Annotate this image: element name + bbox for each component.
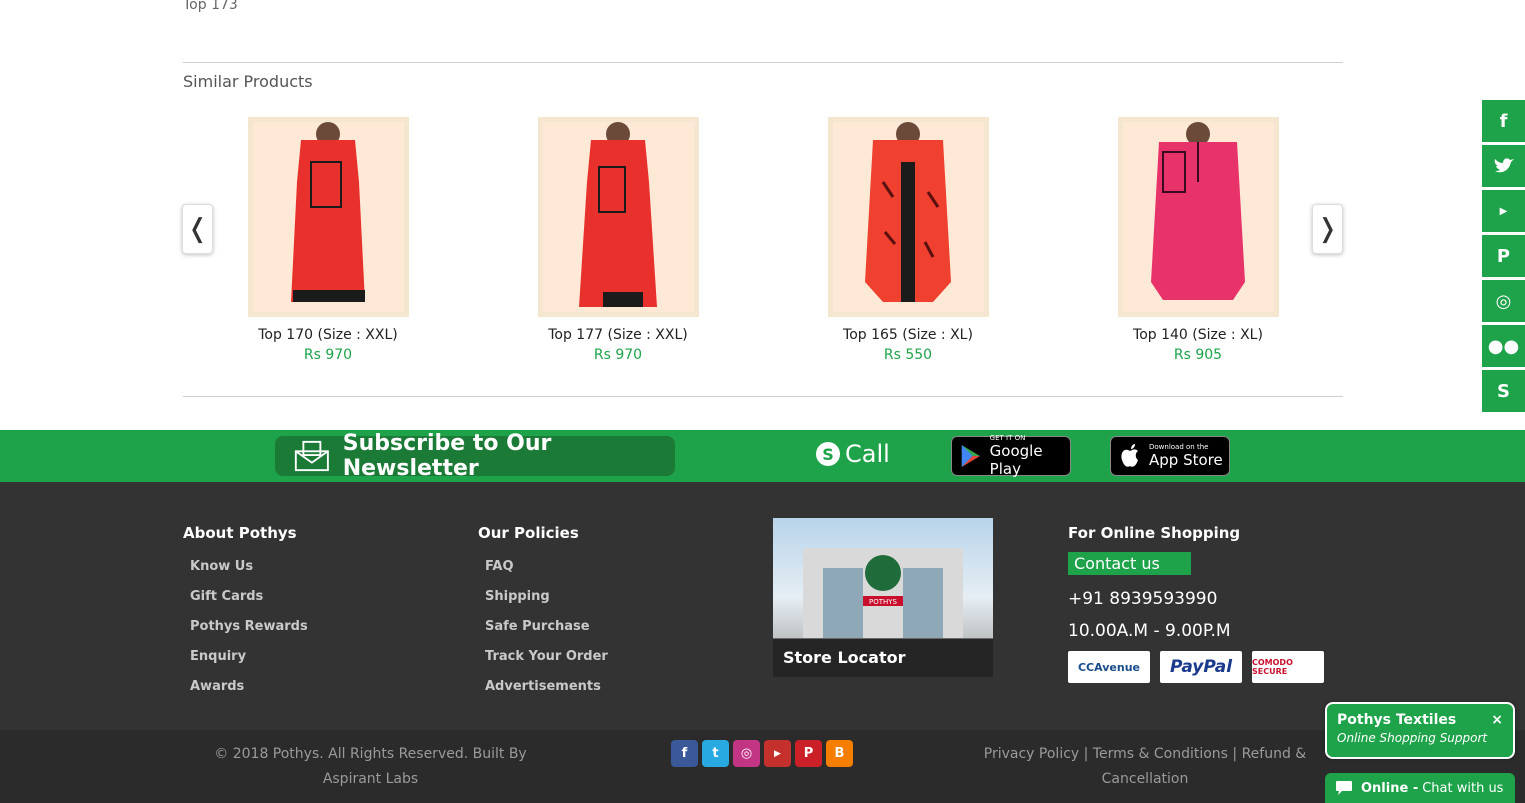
skype-icon: S bbox=[816, 442, 840, 466]
about-heading: About Pothys bbox=[183, 524, 297, 542]
chat-title: Pothys Textiles bbox=[1337, 712, 1457, 728]
facebook-icon[interactable]: f bbox=[671, 740, 698, 767]
product-card[interactable]: Top 177 (Size : XXL) Rs 970 bbox=[473, 117, 763, 363]
store-locator-label[interactable]: Store Locator bbox=[773, 639, 993, 677]
product-card[interactable]: Top 170 (Size : XXL) Rs 970 bbox=[183, 117, 473, 363]
pinterest-icon[interactable]: P bbox=[795, 740, 822, 767]
chat-bubble-icon bbox=[1336, 781, 1352, 795]
chat-widget[interactable]: Pothys Textiles Online Shopping Support … bbox=[1325, 702, 1515, 759]
product-price: Rs 970 bbox=[593, 347, 643, 363]
blogger-icon[interactable]: B bbox=[826, 740, 853, 767]
footer-link-shipping[interactable]: Shipping bbox=[485, 582, 608, 612]
facebook-icon[interactable]: f bbox=[1482, 100, 1525, 142]
call-label: Call bbox=[845, 440, 890, 468]
comodo-secure-logo: COMODO SECURE bbox=[1252, 651, 1324, 683]
footer: About Pothys Know Us Gift Cards Pothys R… bbox=[0, 482, 1525, 730]
google-play-big: Google Play bbox=[989, 442, 1043, 478]
footer-link-track-order[interactable]: Track Your Order bbox=[485, 642, 608, 672]
instagram-icon[interactable]: ◎ bbox=[1482, 280, 1525, 322]
page: Top 173 Similar Products ❬ ❭ Top 170 (Si… bbox=[0, 0, 1525, 803]
product-card[interactable]: Top 140 (Size : XL) Rs 905 bbox=[1053, 117, 1343, 363]
product-price: Rs 905 bbox=[1173, 347, 1223, 363]
google-play-small: GET IT ON bbox=[989, 434, 1026, 442]
footer-link-know-us[interactable]: Know Us bbox=[190, 552, 308, 582]
store-sign: POTHYS bbox=[869, 598, 898, 606]
online-heading: For Online Shopping bbox=[1068, 524, 1241, 542]
policies-column: Our Policies FAQ Shipping Safe Purchase … bbox=[478, 524, 608, 702]
product-name[interactable]: Top 170 (Size : XXL) bbox=[183, 327, 473, 343]
policy-links[interactable]: Privacy Policy | Terms & Conditions | Re… bbox=[975, 742, 1315, 792]
business-hours: 10.00A.M - 9.00P.M bbox=[1068, 621, 1231, 641]
policies-heading: Our Policies bbox=[478, 524, 579, 542]
newsletter-label: Subscribe to Our Newsletter bbox=[342, 431, 552, 481]
product-image[interactable] bbox=[827, 117, 989, 317]
paypal-logo: PayPal bbox=[1160, 651, 1242, 683]
youtube-icon[interactable]: ▶ bbox=[1482, 190, 1525, 232]
flickr-icon[interactable]: ●● bbox=[1482, 325, 1525, 367]
online-shopping-column: For Online Shopping Contact us +91 89395… bbox=[1068, 524, 1324, 683]
divider bbox=[183, 396, 1343, 397]
app-store-small: Download on the bbox=[1149, 443, 1209, 451]
footer-link-gift-cards[interactable]: Gift Cards bbox=[190, 582, 308, 612]
product-name[interactable]: Top 165 (Size : XL) bbox=[763, 327, 1053, 343]
footer-link-enquiry[interactable]: Enquiry bbox=[190, 642, 308, 672]
similar-products-title: Similar Products bbox=[183, 72, 313, 91]
chat-action: Chat with us bbox=[1422, 780, 1504, 796]
app-store-badge[interactable]: Download on the App Store bbox=[1110, 436, 1230, 476]
product-price: Rs 970 bbox=[303, 347, 353, 363]
call-button[interactable]: S Call bbox=[815, 440, 890, 468]
twitter-icon[interactable]: t bbox=[702, 740, 729, 767]
instagram-icon[interactable]: ◎ bbox=[733, 740, 760, 767]
google-play-icon bbox=[961, 445, 980, 467]
svg-text:S: S bbox=[822, 445, 834, 464]
footer-link-safe-purchase[interactable]: Safe Purchase bbox=[485, 612, 608, 642]
close-icon[interactable]: × bbox=[1491, 712, 1503, 728]
footer-social-row: f t ◎ ▶ P B bbox=[671, 740, 853, 767]
ccavenue-logo: CCAvenue bbox=[1068, 651, 1150, 683]
payment-badges: CCAvenue PayPal COMODO SECURE bbox=[1068, 651, 1324, 683]
footer-link-faq[interactable]: FAQ bbox=[485, 552, 608, 582]
product-image[interactable] bbox=[537, 117, 699, 317]
divider bbox=[183, 62, 1343, 63]
google-play-badge[interactable]: GET IT ON Google Play bbox=[951, 434, 1071, 478]
store-locator-image[interactable]: POTHYS Store Locator bbox=[773, 518, 993, 677]
apple-icon bbox=[1121, 444, 1138, 467]
subscribe-band: Subscribe to Our Newsletter S Call GET I… bbox=[0, 430, 1525, 482]
app-store-big: App Store bbox=[1149, 451, 1223, 469]
chat-status: Online - bbox=[1361, 780, 1419, 796]
bottom-bar: © 2018 Pothys. All Rights Reserved. Buil… bbox=[0, 730, 1525, 803]
copyright: © 2018 Pothys. All Rights Reserved. Buil… bbox=[214, 746, 527, 787]
product-image[interactable] bbox=[1117, 117, 1279, 317]
phone-number: +91 8939593990 bbox=[1068, 589, 1218, 609]
product-image[interactable] bbox=[247, 117, 409, 317]
footer-link-pothys-rewards[interactable]: Pothys Rewards bbox=[190, 612, 308, 642]
product-name[interactable]: Top 177 (Size : XXL) bbox=[473, 327, 763, 343]
product-price: Rs 550 bbox=[883, 347, 933, 363]
chat-bar[interactable]: Online - Chat with us bbox=[1325, 773, 1515, 803]
contact-us-button[interactable]: Contact us bbox=[1068, 552, 1191, 575]
product-card[interactable]: Top 165 (Size : XL) Rs 550 bbox=[763, 117, 1053, 363]
breadcrumb: Top 173 bbox=[183, 0, 238, 13]
twitter-icon[interactable] bbox=[1482, 145, 1525, 187]
chat-subtitle: Online Shopping Support bbox=[1337, 731, 1488, 745]
youtube-icon[interactable]: ▶ bbox=[764, 740, 791, 767]
product-name[interactable]: Top 140 (Size : XL) bbox=[1053, 327, 1343, 343]
newsletter-button[interactable]: Subscribe to Our Newsletter bbox=[275, 431, 675, 481]
footer-link-awards[interactable]: Awards bbox=[190, 672, 308, 702]
skype-icon[interactable]: S bbox=[1482, 370, 1525, 412]
pinterest-icon[interactable]: P bbox=[1482, 235, 1525, 277]
about-column: About Pothys Know Us Gift Cards Pothys R… bbox=[183, 524, 308, 702]
side-social-bar: f ▶ P ◎ ●● S bbox=[1482, 100, 1525, 415]
envelope-icon bbox=[294, 440, 329, 472]
footer-link-advertisements[interactable]: Advertisements bbox=[485, 672, 608, 702]
